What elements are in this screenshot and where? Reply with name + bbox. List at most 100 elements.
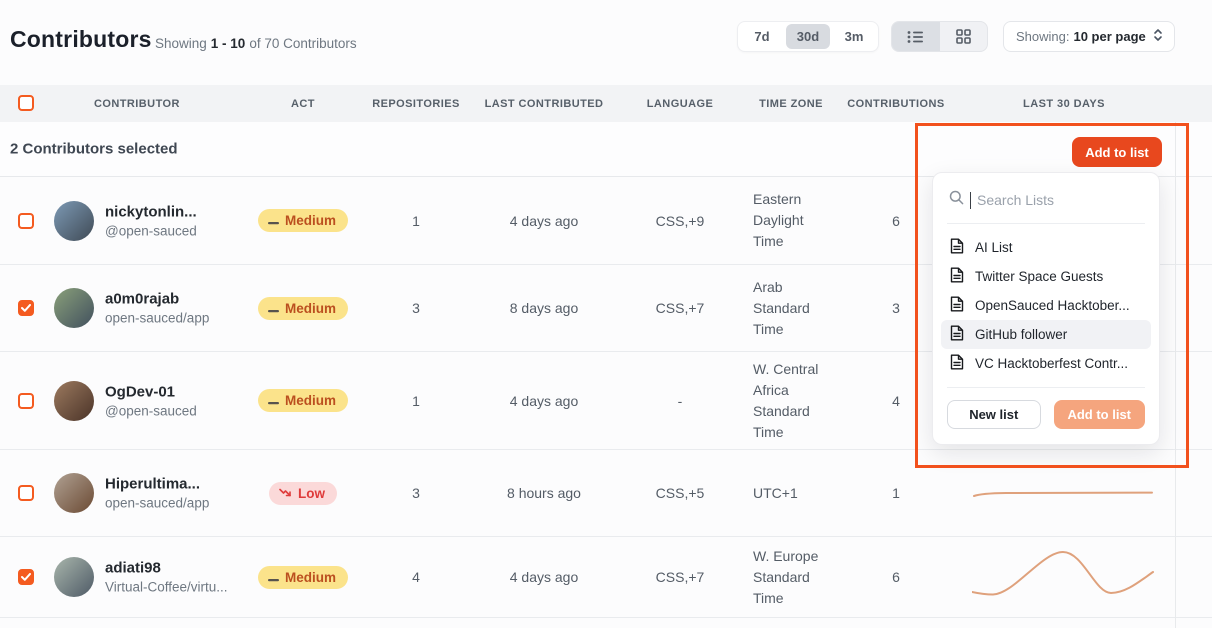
chevron-up-down-icon bbox=[1152, 28, 1164, 45]
document-icon bbox=[950, 296, 964, 315]
row-checkbox[interactable] bbox=[18, 569, 34, 585]
list-item[interactable]: VC Hacktoberfest Contr... bbox=[941, 349, 1151, 378]
avatar[interactable] bbox=[54, 381, 94, 421]
contributions-value: 3 bbox=[846, 265, 946, 351]
range-30d-button[interactable]: 30d bbox=[786, 24, 830, 49]
sparkline-flat bbox=[972, 450, 1154, 536]
time-zone-value: W. Europe Standard Time bbox=[753, 537, 833, 617]
dash-icon bbox=[268, 570, 279, 585]
avatar[interactable] bbox=[54, 473, 94, 513]
search-lists-row bbox=[933, 173, 1159, 223]
list-item[interactable]: AI List bbox=[941, 233, 1151, 262]
language-value: CSS,+7 bbox=[630, 265, 730, 351]
selection-count-text: 2 Contributors selected bbox=[10, 141, 178, 158]
contributor-name[interactable]: nickytonlin... bbox=[105, 203, 273, 220]
grid-view-icon bbox=[956, 29, 971, 44]
avatar[interactable] bbox=[54, 201, 94, 241]
list-item-label: Twitter Space Guests bbox=[975, 269, 1103, 284]
row-checkbox[interactable] bbox=[18, 300, 34, 316]
table-row: adiati98 Virtual-Coffee/virtu... Medium … bbox=[0, 537, 1212, 618]
time-zone-value: Eastern Daylight Time bbox=[753, 177, 833, 264]
col-header-last-contributed: LAST CONTRIBUTED bbox=[484, 85, 604, 122]
range-7d-button[interactable]: 7d bbox=[740, 24, 784, 49]
document-icon bbox=[950, 238, 964, 257]
contributions-value: 1 bbox=[846, 450, 946, 536]
row-checkbox[interactable] bbox=[18, 485, 34, 501]
list-view-button[interactable] bbox=[892, 22, 940, 51]
language-value: - bbox=[630, 352, 730, 449]
time-zone-value: Arab Standard Time bbox=[753, 265, 833, 351]
col-header-last-30-days: LAST 30 DAYS bbox=[1014, 85, 1114, 122]
contributor-name[interactable]: OgDev-01 bbox=[105, 383, 273, 400]
contributor-handle: @open-sauced bbox=[105, 223, 273, 238]
contributor-handle: Virtual-Coffee/virtu... bbox=[105, 580, 273, 595]
last-contributed-value: 4 days ago bbox=[484, 537, 604, 617]
search-lists-input[interactable] bbox=[977, 192, 1127, 208]
activity-label: Medium bbox=[285, 570, 336, 585]
select-all-checkbox[interactable] bbox=[18, 95, 34, 111]
language-value: CSS,+7 bbox=[630, 537, 730, 617]
search-icon bbox=[949, 190, 964, 210]
repositories-value: 1 bbox=[371, 177, 461, 264]
activity-badge: Medium bbox=[258, 209, 348, 232]
table-header-row: CONTRIBUTOR ACT REPOSITORIES LAST CONTRI… bbox=[0, 85, 1212, 122]
activity-badge: Medium bbox=[258, 566, 348, 589]
document-icon bbox=[950, 325, 964, 344]
list-item[interactable]: Twitter Space Guests bbox=[941, 262, 1151, 291]
showing-suffix: of 70 Contributors bbox=[249, 36, 356, 51]
contributor-handle: open-sauced/app bbox=[105, 496, 273, 511]
date-range-toggle: 7d 30d 3m bbox=[737, 21, 879, 52]
contributor-handle: @open-sauced bbox=[105, 403, 273, 418]
lists-menu: AI List Twitter Space Guests OpenSauced … bbox=[933, 224, 1159, 387]
repositories-value: 4 bbox=[371, 537, 461, 617]
last-contributed-value: 8 hours ago bbox=[484, 450, 604, 536]
popover-footer: New list Add to list bbox=[933, 388, 1159, 444]
showing-range: 1 - 10 bbox=[211, 36, 246, 51]
list-item[interactable]: OpenSauced Hacktober... bbox=[941, 291, 1151, 320]
row-checkbox[interactable] bbox=[18, 213, 34, 229]
language-value: CSS,+9 bbox=[630, 177, 730, 264]
col-header-contributions: CONTRIBUTIONS bbox=[846, 85, 946, 122]
grid-view-button[interactable] bbox=[940, 22, 988, 51]
table-row: Hiperultima... open-sauced/app Low 3 8 h… bbox=[0, 450, 1212, 537]
page-title: Contributors bbox=[10, 26, 152, 53]
new-list-button[interactable]: New list bbox=[947, 400, 1041, 429]
list-item-label: AI List bbox=[975, 240, 1013, 255]
dash-icon bbox=[268, 393, 279, 408]
table-right-edge-divider bbox=[1175, 122, 1176, 628]
list-item-label: OpenSauced Hacktober... bbox=[975, 298, 1130, 313]
activity-label: Low bbox=[298, 486, 325, 501]
col-header-contributor: CONTRIBUTOR bbox=[94, 85, 214, 122]
trend-down-icon bbox=[279, 486, 292, 501]
row-checkbox[interactable] bbox=[18, 393, 34, 409]
contributors-page: Contributors Showing 1 - 10 of 70 Contri… bbox=[0, 0, 1212, 628]
showing-prefix: Showing bbox=[155, 36, 207, 51]
range-3m-button[interactable]: 3m bbox=[832, 24, 876, 49]
contributor-name[interactable]: adiati98 bbox=[105, 560, 273, 577]
sparkline-wave bbox=[972, 537, 1154, 617]
last-contributed-value: 8 days ago bbox=[484, 265, 604, 351]
document-icon bbox=[950, 354, 964, 373]
per-page-prefix: Showing: bbox=[1016, 29, 1069, 44]
last-contributed-value: 4 days ago bbox=[484, 177, 604, 264]
col-header-time-zone: TIME ZONE bbox=[741, 85, 841, 122]
repositories-value: 3 bbox=[371, 265, 461, 351]
per-page-select[interactable]: Showing: 10 per page bbox=[1003, 21, 1175, 52]
add-to-list-confirm-button[interactable]: Add to list bbox=[1054, 400, 1146, 429]
time-zone-value: UTC+1 bbox=[753, 450, 833, 536]
list-item[interactable]: GitHub follower bbox=[941, 320, 1151, 349]
contributor-handle: open-sauced/app bbox=[105, 311, 273, 326]
selection-banner: 2 Contributors selected Add to list bbox=[0, 122, 1212, 177]
avatar[interactable] bbox=[54, 288, 94, 328]
repositories-value: 1 bbox=[371, 352, 461, 449]
col-header-language: LANGUAGE bbox=[630, 85, 730, 122]
avatar[interactable] bbox=[54, 557, 94, 597]
contributor-name[interactable]: a0m0rajab bbox=[105, 291, 273, 308]
activity-badge: Medium bbox=[258, 389, 348, 412]
add-to-list-button[interactable]: Add to list bbox=[1072, 137, 1162, 167]
time-zone-value: W. Central Africa Standard Time bbox=[753, 352, 833, 449]
contributor-name[interactable]: Hiperultima... bbox=[105, 476, 273, 493]
activity-label: Medium bbox=[285, 301, 336, 316]
col-header-repositories: REPOSITORIES bbox=[371, 85, 461, 122]
dash-icon bbox=[268, 301, 279, 316]
